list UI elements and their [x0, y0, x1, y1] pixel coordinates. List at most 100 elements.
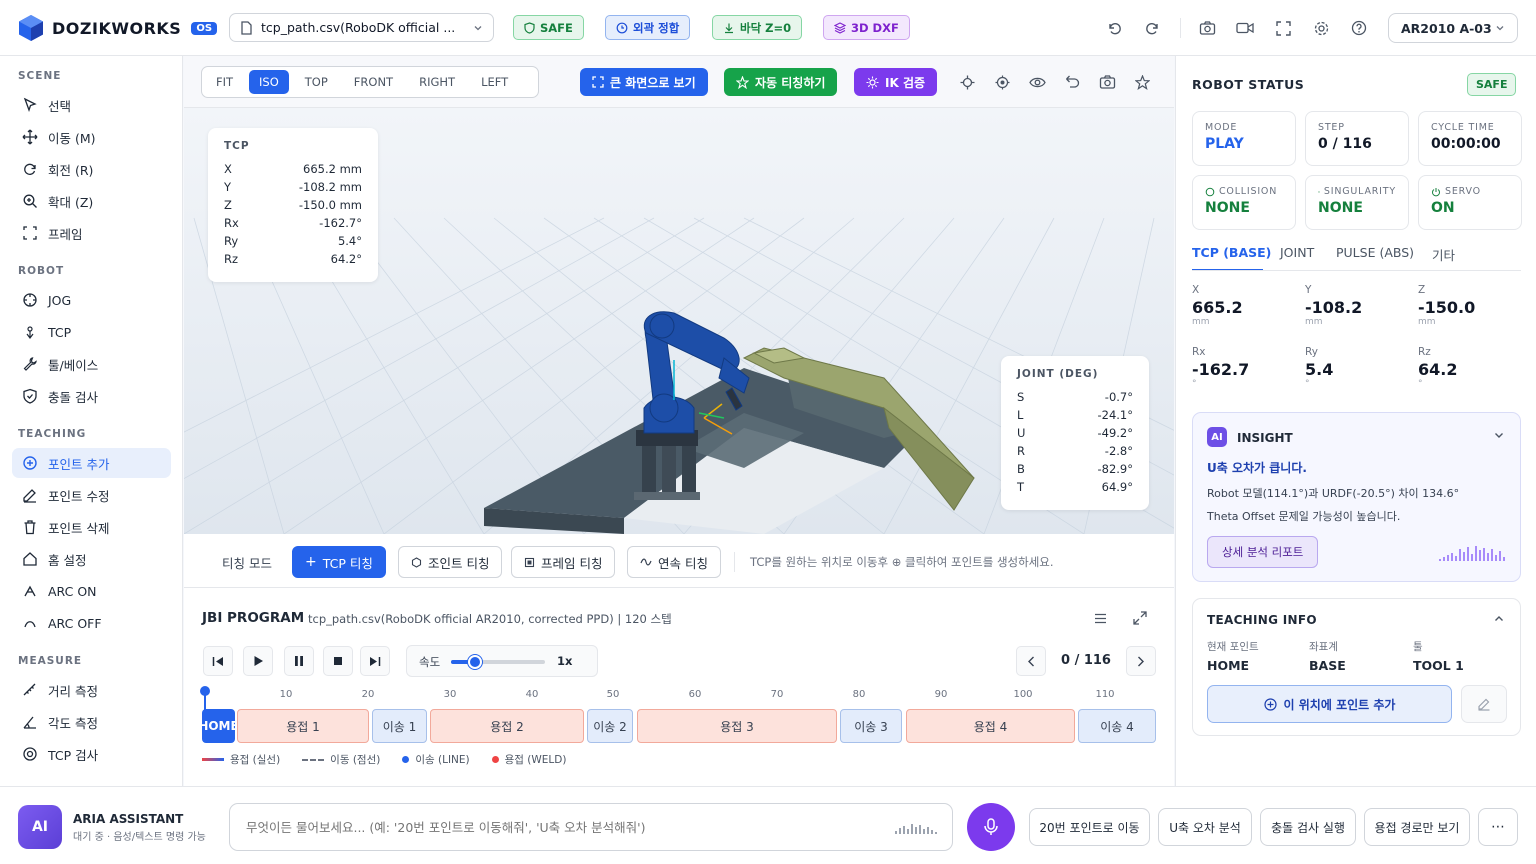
cursor-icon [22, 97, 38, 113]
frame-teach-button[interactable]: 프레임 티칭 [511, 546, 616, 578]
fullscreen-icon[interactable] [1271, 16, 1295, 40]
timeline-segment[interactable]: 용접 4 [906, 709, 1075, 743]
sidebar-item-0-1[interactable]: 이동 (M) [12, 122, 171, 152]
speed-slider-thumb[interactable] [467, 655, 482, 669]
continuous-teach-button[interactable]: 연속 티칭 [627, 546, 721, 578]
play-button[interactable] [243, 646, 273, 676]
speed-slider[interactable] [451, 655, 545, 669]
quick-collision-check-button[interactable]: 충돌 검사 실행 [1260, 808, 1356, 846]
status-card-step: STEP 0 / 116 [1305, 111, 1409, 166]
tab-0[interactable]: TCP (BASE) [1192, 245, 1271, 260]
undo-icon[interactable] [1102, 16, 1126, 40]
eye-icon[interactable] [1025, 70, 1049, 94]
detailed-report-button[interactable]: 상세 분석 리포트 [1207, 536, 1319, 568]
crosshair-icon[interactable] [955, 70, 979, 94]
robot-selector[interactable]: AR2010 A-03 [1388, 13, 1518, 43]
quick-move-point-button[interactable]: 20번 포인트로 이동 [1029, 808, 1150, 846]
video-icon[interactable] [1233, 16, 1257, 40]
help-icon[interactable] [1347, 16, 1371, 40]
view-right-button[interactable]: RIGHT [409, 70, 465, 94]
insight-headline: U축 오차가 큽니다. [1207, 461, 1307, 475]
sun-icon [866, 76, 879, 88]
focus-icon[interactable] [990, 70, 1014, 94]
skip-end-button[interactable] [360, 646, 390, 676]
timeline-segment[interactable]: 이송 3 [840, 709, 902, 743]
tcp-overlay-row: X 665.2 mm [224, 160, 362, 178]
sidebar-item-0-3[interactable]: 확대 (Z) [12, 186, 171, 216]
sidebar-item-0-0[interactable]: 선택 [12, 90, 171, 120]
favorite-star-icon[interactable] [1130, 70, 1154, 94]
microphone-button[interactable] [967, 803, 1015, 851]
sidebar-item-0-4[interactable]: 프레임 [12, 218, 171, 248]
assistant-input-box[interactable] [229, 803, 953, 851]
sidebar-item-3-0[interactable]: 거리 측정 [12, 675, 171, 705]
3d-viewport[interactable]: TCP X 665.2 mm Y -108.2 mm Z -150.0 mm Rx -162.… [184, 108, 1174, 534]
more-options-button[interactable]: ⋯ [1478, 808, 1518, 846]
sidebar-item-2-5[interactable]: ARC OFF [12, 608, 171, 638]
sidebar-item-2-0[interactable]: 포인트 추가 [12, 448, 171, 478]
reset-view-icon[interactable] [1060, 70, 1084, 94]
sidebar-item-2-4[interactable]: ARC ON [12, 576, 171, 606]
assistant-input[interactable] [230, 804, 880, 850]
file-selector[interactable]: tcp_path.csv(RoboDK official ... [229, 13, 494, 42]
sidebar-item-1-3[interactable]: 충돌 검사 [12, 381, 171, 411]
timeline-segment[interactable]: 용접 2 [430, 709, 584, 743]
pause-button[interactable] [284, 646, 314, 676]
sidebar-item-2-1[interactable]: 포인트 수정 [12, 480, 171, 510]
fullscreen-view-button[interactable]: 큰 화면으로 보기 [580, 68, 708, 96]
chevron-down-icon[interactable] [1493, 429, 1505, 441]
wrench-icon [22, 356, 38, 372]
view-left-button[interactable]: LEFT [471, 70, 518, 94]
joint-teach-button[interactable]: 조인트 티칭 [398, 546, 503, 578]
sidebar-item-2-2[interactable]: 포인트 삭제 [12, 512, 171, 542]
sidebar-item-2-3[interactable]: 홈 설정 [12, 544, 171, 574]
camera-icon[interactable] [1195, 16, 1219, 40]
quick-weld-path-button[interactable]: 용접 경로만 보기 [1364, 808, 1470, 846]
sidebar-item-1-1[interactable]: TCP [12, 317, 171, 347]
stop-button[interactable] [323, 646, 353, 676]
waveform-icon [1439, 546, 1505, 561]
next-step-button[interactable] [1126, 646, 1156, 676]
sidebar-item-1-0[interactable]: JOG [12, 285, 171, 315]
expand-panel-icon[interactable] [1128, 606, 1152, 630]
ik-verify-button[interactable]: IK 검증 [854, 68, 938, 96]
sidebar-item-0-2[interactable]: 회전 (R) [12, 154, 171, 184]
list-icon[interactable] [1088, 606, 1112, 630]
skip-start-button[interactable] [203, 646, 233, 676]
status-icon [1205, 187, 1215, 196]
insight-title: INSIGHT [1237, 431, 1293, 445]
sidebar-item-3-1[interactable]: 각도 측정 [12, 707, 171, 737]
redo-icon[interactable] [1141, 16, 1165, 40]
timeline-segment[interactable]: 이송 2 [587, 709, 633, 743]
tcp-teach-button[interactable]: + TCP 티칭 [292, 546, 386, 578]
timeline-segment[interactable]: 용접 1 [237, 709, 369, 743]
chevron-up-icon[interactable] [1493, 613, 1505, 625]
edit-icon [1478, 698, 1490, 711]
edit-point-button[interactable] [1461, 685, 1507, 723]
prev-step-button[interactable] [1016, 646, 1046, 676]
quick-u-axis-analysis-button[interactable]: U축 오차 분석 [1158, 808, 1252, 846]
tab-3[interactable]: 기타 [1432, 245, 1455, 264]
timeline-cursor[interactable] [200, 686, 210, 696]
timeline-segment[interactable]: 이송 1 [372, 709, 427, 743]
top-bar: DOZIKWORKS OS tcp_path.csv(RoboDK offici… [0, 0, 1536, 56]
snapshot-icon[interactable] [1095, 70, 1119, 94]
timeline-segment[interactable]: 용접 3 [637, 709, 837, 743]
sidebar-item-label: 충돌 검사 [48, 389, 98, 405]
brand: DOZIKWORKS OS [18, 14, 218, 42]
plus-circle-icon [22, 455, 38, 471]
view-front-button[interactable]: FRONT [344, 70, 403, 94]
view-top-button[interactable]: TOP [295, 70, 338, 94]
view-iso-button[interactable]: ISO [249, 70, 289, 94]
tab-2[interactable]: PULSE (ABS) [1336, 245, 1414, 260]
tab-1[interactable]: JOINT [1280, 245, 1314, 260]
sidebar-item-label: 툴/베이스 [48, 357, 99, 373]
gear-icon[interactable] [1309, 16, 1333, 40]
sidebar-item-1-2[interactable]: 툴/베이스 [12, 349, 171, 379]
sidebar-item-3-2[interactable]: TCP 검사 [12, 739, 171, 769]
view-fit-button[interactable]: FIT [206, 70, 243, 94]
timeline-segment[interactable]: 이송 4 [1078, 709, 1156, 743]
timeline-segment[interactable]: HOME [202, 709, 235, 743]
auto-teach-button[interactable]: 자동 티칭하기 [724, 68, 838, 96]
add-point-here-button[interactable]: 이 위치에 포인트 추가 [1207, 685, 1452, 723]
